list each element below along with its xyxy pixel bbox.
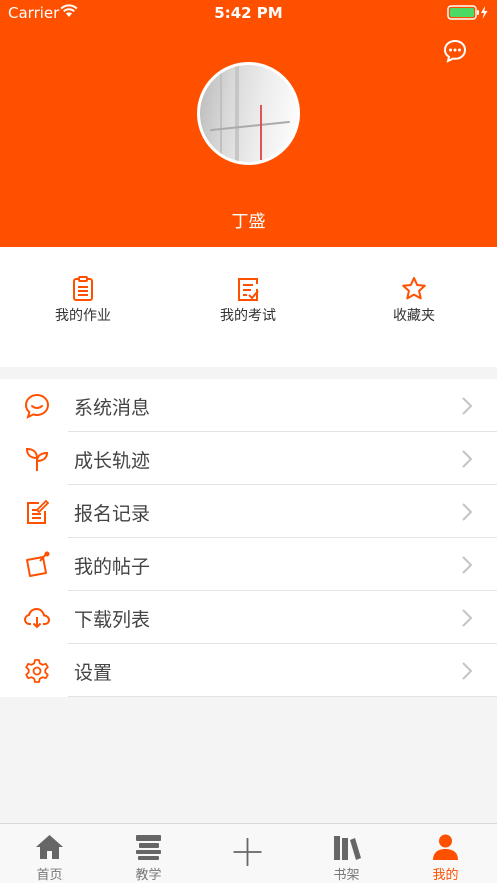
- tab-label: 我的: [432, 868, 459, 883]
- bookshelf-icon: [334, 836, 361, 860]
- settings-gear-icon: [25, 659, 49, 683]
- favorites-label: 收藏夹: [393, 308, 435, 324]
- battery-icon: [447, 5, 488, 20]
- chevron-right-icon: [462, 609, 473, 627]
- clipboard-icon: [73, 276, 93, 301]
- tab-label: 教学: [135, 868, 162, 883]
- teaching-stack-icon: [136, 835, 161, 860]
- chevron-right-icon: [462, 503, 473, 521]
- username: 丁盛: [231, 212, 266, 232]
- avatar[interactable]: [197, 62, 300, 165]
- chevron-right-icon: [462, 450, 473, 468]
- cloud-download-icon: [23, 607, 51, 629]
- sprout-icon: [25, 447, 49, 471]
- profile-header: Carrier 5:42 PM 丁盛: [0, 0, 497, 247]
- exam-checklist-icon: [238, 278, 259, 301]
- edit-note-icon: [27, 499, 50, 524]
- menu-label: 我的帖子: [74, 556, 151, 578]
- menu-item-settings[interactable]: 设置: [0, 644, 497, 697]
- chevron-right-icon: [462, 397, 473, 415]
- clock-label: 5:42 PM: [214, 4, 283, 22]
- menu-label: 设置: [74, 662, 113, 684]
- chat-icon[interactable]: [442, 38, 468, 64]
- settings-menu: 系统消息 成长轨迹 报名记录 我的帖子 下载列表 设置: [0, 379, 497, 697]
- tab-label: 首页: [36, 868, 63, 883]
- menu-item-system-messages[interactable]: 系统消息: [0, 379, 497, 432]
- post-pin-icon: [26, 551, 50, 577]
- chevron-right-icon: [462, 662, 473, 680]
- menu-item-my-posts[interactable]: 我的帖子: [0, 538, 497, 591]
- menu-item-download-list[interactable]: 下载列表: [0, 591, 497, 644]
- menu-item-registration-records[interactable]: 报名记录: [0, 485, 497, 538]
- tab-mine[interactable]: 我的: [396, 824, 495, 883]
- menu-label: 系统消息: [74, 397, 151, 419]
- plus-icon: [233, 838, 262, 866]
- my-exams-button[interactable]: 我的考试: [188, 275, 308, 325]
- person-icon: [433, 834, 458, 860]
- tab-label: 书架: [333, 868, 360, 883]
- favorites-button[interactable]: 收藏夹: [354, 275, 474, 325]
- home-icon: [36, 835, 63, 859]
- divider: [68, 696, 497, 697]
- tab-home[interactable]: 首页: [0, 824, 99, 883]
- quick-actions: 我的作业 我的考试 收藏夹: [0, 247, 497, 367]
- my-homework-button[interactable]: 我的作业: [23, 275, 143, 325]
- tab-bookshelf[interactable]: 书架: [297, 824, 396, 883]
- status-bar: Carrier 5:42 PM: [0, 0, 497, 26]
- menu-label: 成长轨迹: [74, 450, 151, 472]
- my-homework-label: 我的作业: [55, 308, 111, 324]
- message-bubble-icon: [24, 393, 50, 419]
- star-icon: [402, 277, 426, 300]
- chevron-right-icon: [462, 556, 473, 574]
- tab-bar: 首页 教学 书架 我的: [0, 823, 497, 883]
- tab-add[interactable]: [198, 824, 297, 883]
- menu-item-growth-track[interactable]: 成长轨迹: [0, 432, 497, 485]
- menu-label: 报名记录: [74, 503, 151, 525]
- menu-label: 下载列表: [74, 609, 151, 631]
- tab-teaching[interactable]: 教学: [99, 824, 198, 883]
- my-exams-label: 我的考试: [220, 308, 276, 324]
